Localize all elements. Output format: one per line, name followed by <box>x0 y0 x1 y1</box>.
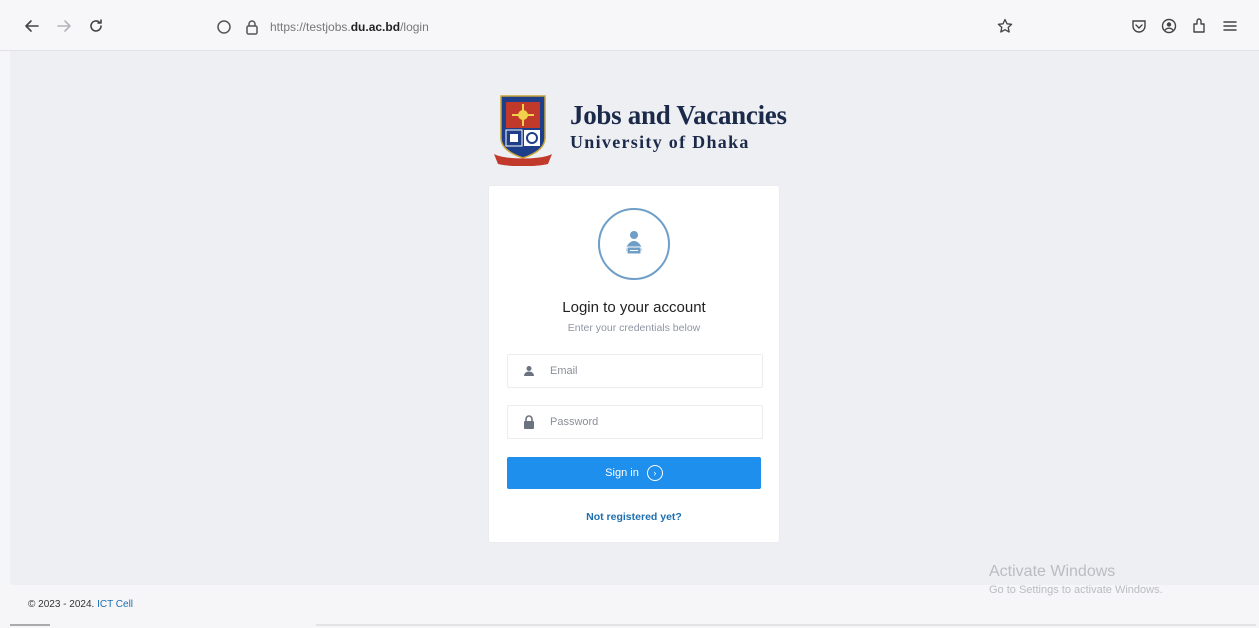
register-link[interactable]: Not registered yet? <box>489 511 779 523</box>
password-field[interactable] <box>507 405 763 439</box>
footer-copyright: © 2023 - 2024. <box>28 599 95 610</box>
watermark-line1: Activate Windows <box>989 563 1116 580</box>
forward-arrow-icon[interactable] <box>52 14 76 38</box>
lock-icon <box>518 415 540 429</box>
email-field[interactable] <box>507 354 763 388</box>
login-title: Login to your account <box>562 299 706 316</box>
bookmark-star-icon[interactable] <box>993 14 1017 38</box>
login-card: Login to your account Enter your credent… <box>488 185 780 543</box>
url-path: /login <box>400 20 429 34</box>
user-avatar-icon <box>598 208 670 280</box>
browser-toolbar: https://testjobs.du.ac.bd/login <box>0 0 1259 51</box>
watermark-line2: Go to Settings to activate Windows. <box>989 584 1163 596</box>
arrow-right-circle-icon: › <box>646 465 663 481</box>
scrollbar-track <box>316 624 1256 626</box>
footer-ict-cell-link[interactable]: ICT Cell <box>97 599 133 610</box>
address-bar[interactable]: https://testjobs.du.ac.bd/login <box>214 16 974 38</box>
site-brand[interactable]: Jobs and Vacancies University of Dhaka <box>494 94 787 167</box>
back-arrow-icon[interactable] <box>20 14 44 38</box>
menu-icon[interactable] <box>1218 14 1242 38</box>
sign-in-button[interactable]: Sign in › <box>507 457 761 489</box>
lock-icon[interactable] <box>242 17 262 37</box>
user-icon <box>518 365 540 377</box>
url-prefix: https://testjobs. <box>270 20 351 34</box>
scrollbar-thumb[interactable] <box>10 624 50 626</box>
brand-subtitle: University of Dhaka <box>570 132 750 152</box>
account-icon[interactable] <box>1157 14 1181 38</box>
url-domain: du.ac.bd <box>350 20 401 34</box>
extensions-icon[interactable] <box>1187 14 1211 38</box>
password-input[interactable] <box>548 415 752 429</box>
activate-windows-watermark: Activate Windows Go to Settings to activ… <box>989 563 1163 596</box>
university-crest-icon <box>494 94 552 167</box>
url-text[interactable]: https://testjobs.du.ac.bd/login <box>270 20 429 34</box>
pocket-icon[interactable] <box>1127 14 1151 38</box>
sign-in-label: Sign in <box>605 467 639 479</box>
brand-title: Jobs and Vacancies <box>570 100 787 130</box>
login-subtitle: Enter your credentials below <box>567 322 701 334</box>
email-input[interactable] <box>548 364 752 378</box>
footer: © 2023 - 2024. ICT Cell <box>28 599 133 610</box>
tracking-shield-icon[interactable] <box>214 17 234 37</box>
reload-icon[interactable] <box>84 14 108 38</box>
